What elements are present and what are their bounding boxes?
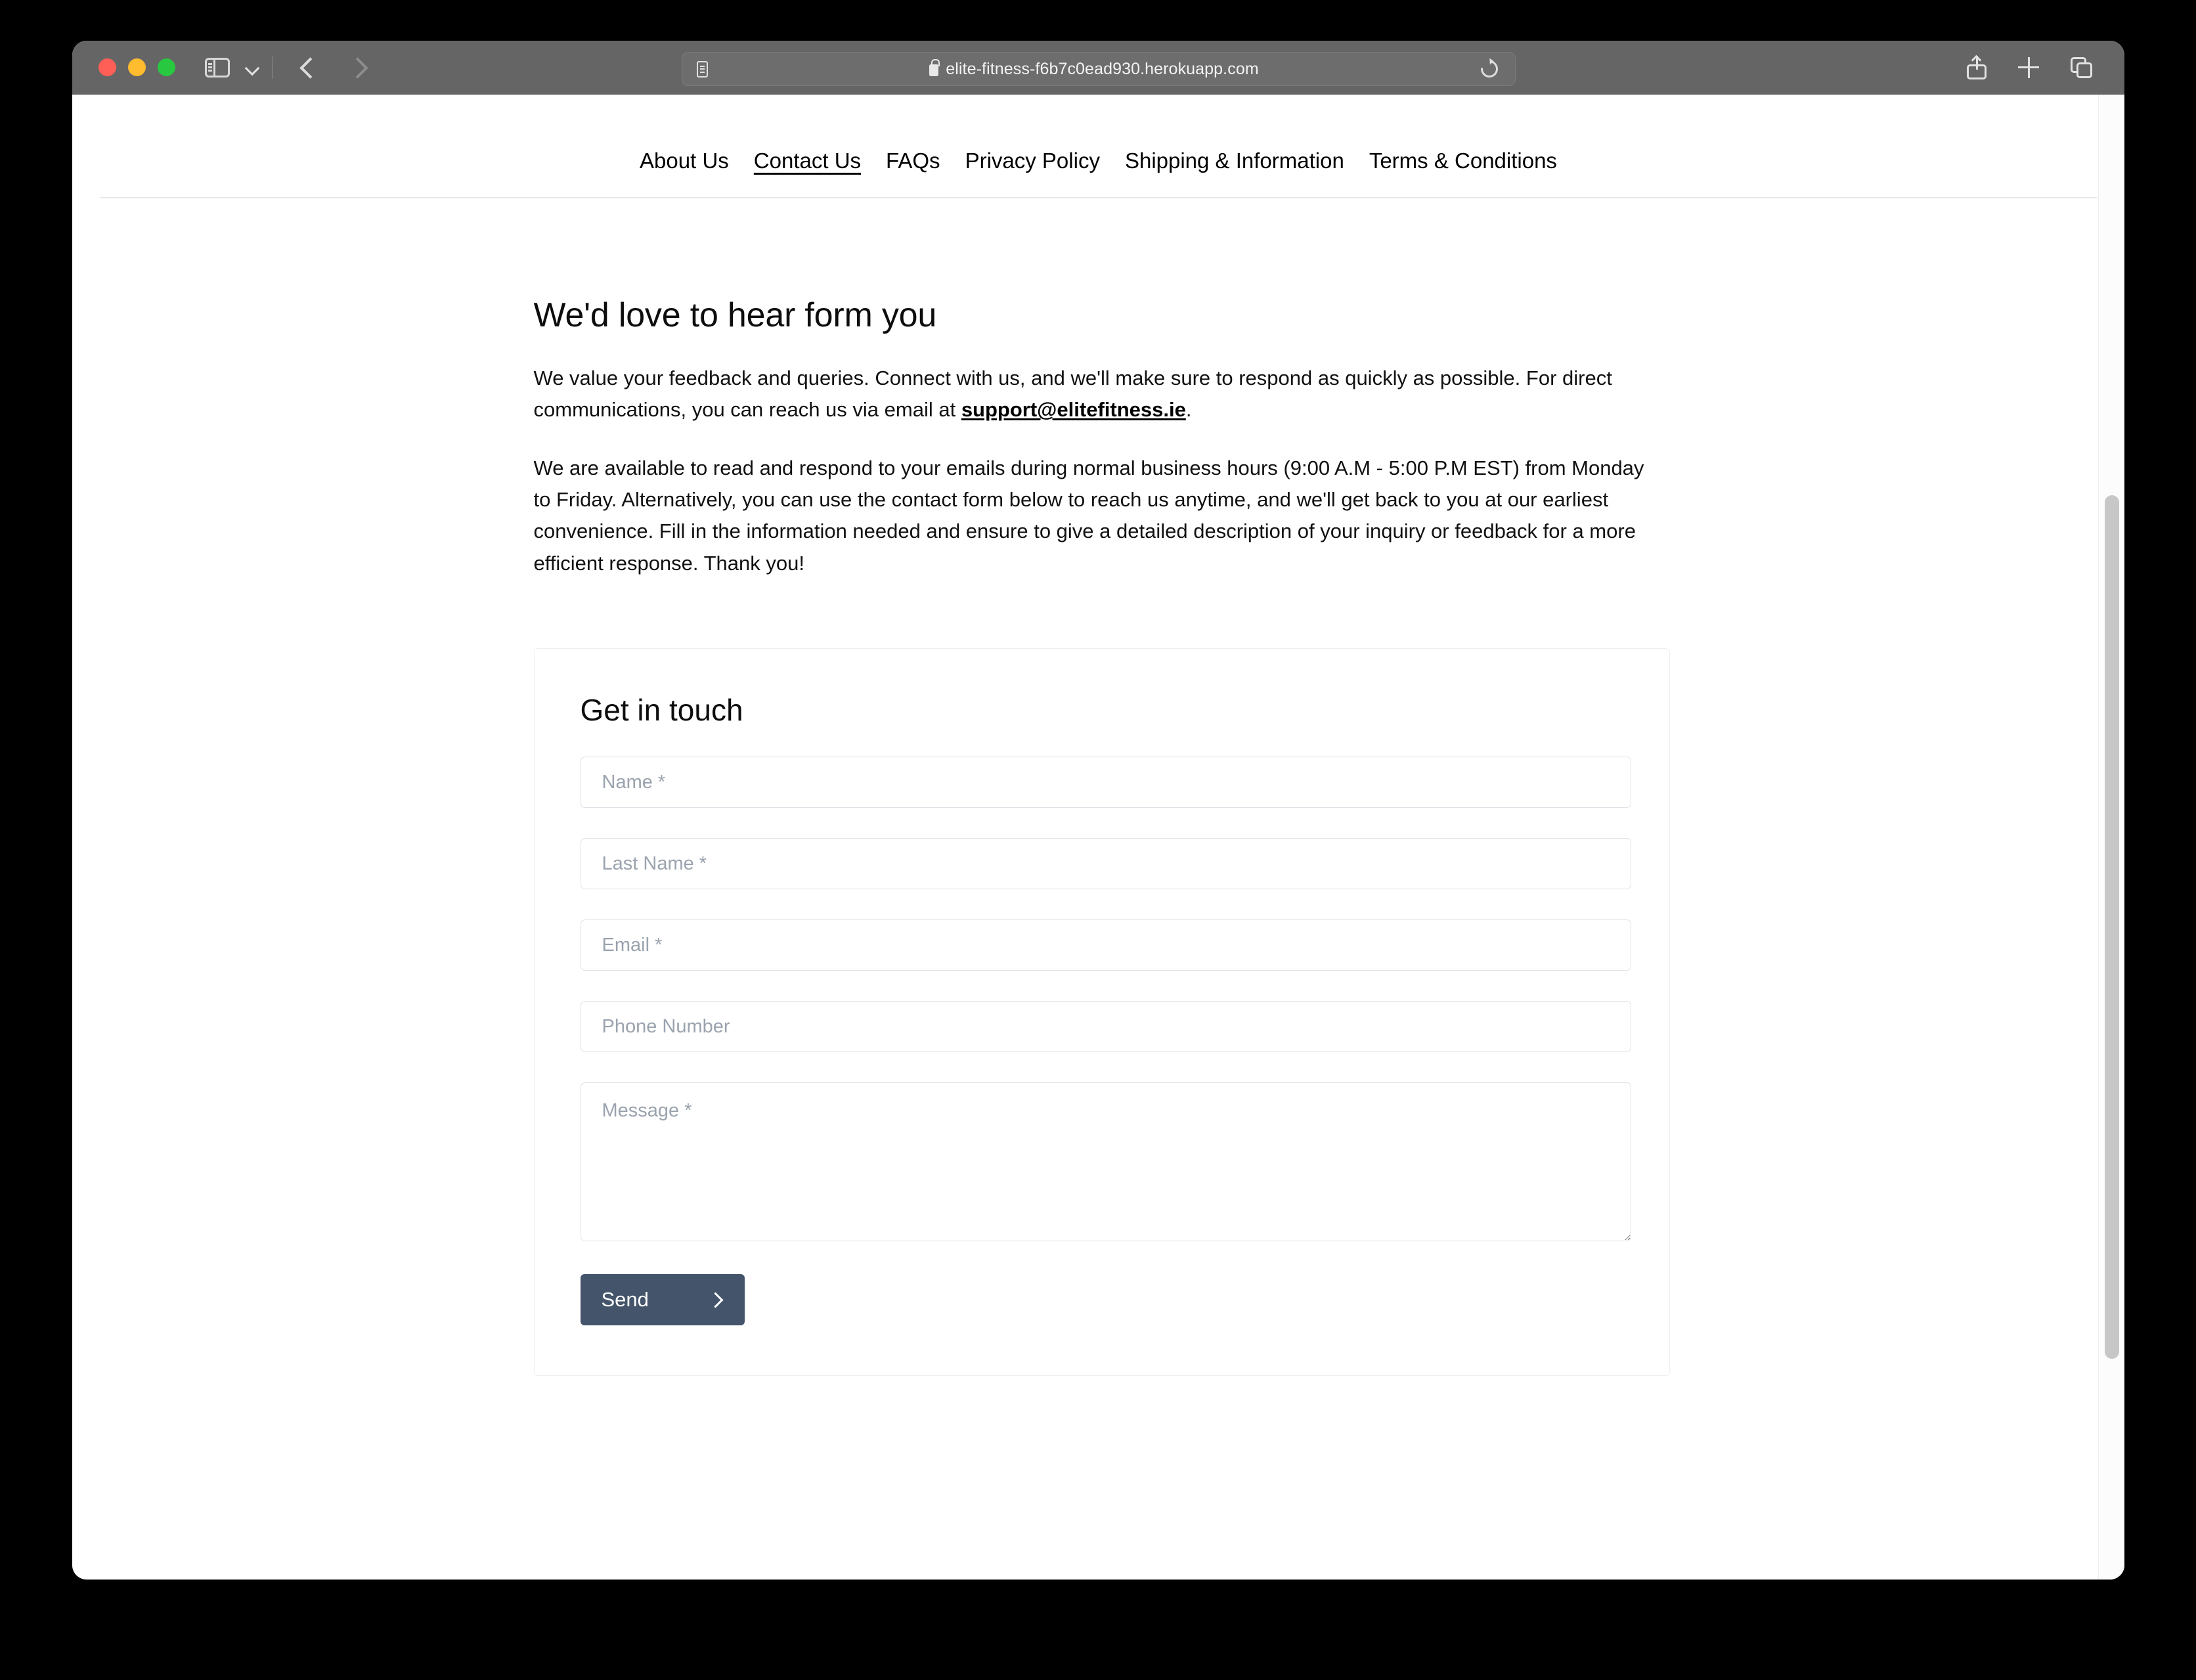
sidebar-toggle-icon[interactable] — [205, 57, 230, 77]
send-button[interactable]: Send — [580, 1274, 745, 1326]
close-window-button[interactable] — [99, 58, 116, 76]
zoom-window-button[interactable] — [158, 58, 175, 76]
intro-paragraph: We value your feedback and queries. Conn… — [534, 363, 1663, 426]
reader-view-icon[interactable] — [696, 60, 708, 77]
nav-link-shipping-information[interactable]: Shipping & Information — [1112, 148, 1357, 173]
phone-number-input[interactable] — [580, 1001, 1631, 1053]
nav-link-privacy-policy[interactable]: Privacy Policy — [953, 148, 1112, 173]
address-bar-url: elite-fitness-f6b7c0ead930.herokuapp.com — [946, 59, 1259, 78]
first-name-input[interactable] — [580, 757, 1631, 808]
page-content: About Us Contact Us FAQs Privacy Policy … — [72, 95, 2124, 1580]
minimize-window-button[interactable] — [128, 58, 146, 76]
window-controls — [99, 58, 175, 76]
nav-link-contact-us[interactable]: Contact Us — [741, 148, 873, 173]
toolbar-divider — [272, 56, 273, 79]
scrollbar-thumb[interactable] — [2105, 495, 2119, 1359]
site-header: About Us Contact Us FAQs Privacy Policy … — [72, 95, 2124, 197]
forward-arrow-icon — [347, 55, 364, 81]
nav-link-terms-conditions[interactable]: Terms & Conditions — [1357, 148, 1570, 173]
toolbar-actions — [1967, 55, 2093, 79]
address-bar[interactable]: elite-fitness-f6b7c0ead930.herokuapp.com — [681, 52, 1516, 86]
address-bar-content: elite-fitness-f6b7c0ead930.herokuapp.com — [708, 59, 1481, 79]
browser-toolbar: elite-fitness-f6b7c0ead930.herokuapp.com — [72, 41, 2124, 95]
nav-link-faqs[interactable]: FAQs — [873, 148, 953, 173]
contact-form-card: Get in touch Send — [533, 648, 1670, 1377]
new-tab-icon[interactable] — [2018, 56, 2039, 78]
message-textarea[interactable] — [580, 1082, 1631, 1242]
browser-window: elite-fitness-f6b7c0ead930.herokuapp.com… — [72, 41, 2124, 1580]
send-button-label: Send — [601, 1288, 649, 1312]
support-email-link[interactable]: support@elitefitness.ie — [961, 398, 1186, 421]
lock-icon — [929, 59, 940, 76]
reload-icon[interactable] — [1477, 56, 1501, 81]
navigation-arrows — [300, 55, 364, 81]
last-name-input[interactable] — [580, 838, 1631, 890]
chevron-down-icon[interactable] — [244, 59, 261, 76]
form-title: Get in touch — [580, 693, 743, 728]
tab-overview-icon[interactable] — [2071, 56, 2093, 78]
chevron-right-icon — [707, 1292, 724, 1308]
back-arrow-icon[interactable] — [300, 55, 317, 81]
main-content: We'd love to hear form you We value your… — [533, 198, 1670, 1377]
page-scrollbar[interactable] — [2098, 95, 2124, 1580]
availability-paragraph: We are available to read and respond to … — [533, 456, 1644, 575]
share-icon[interactable] — [1967, 55, 1987, 79]
email-input[interactable] — [580, 919, 1631, 971]
nav-link-about-us[interactable]: About Us — [627, 148, 741, 173]
intro-paragraph-period: . — [1185, 398, 1192, 422]
site-navigation: About Us Contact Us FAQs Privacy Policy … — [72, 148, 2124, 173]
page-title: We'd love to hear form you — [533, 296, 937, 334]
